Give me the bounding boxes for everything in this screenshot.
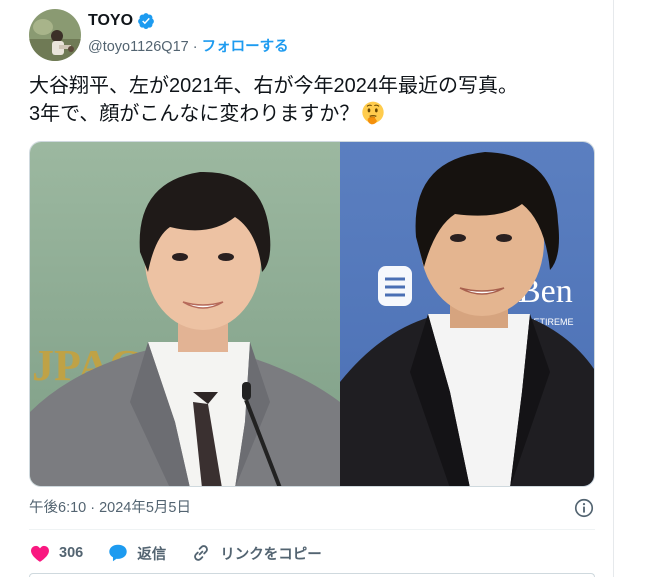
tweet-actions: 306 返信 リンクをコピー [29,540,346,566]
left-photo-2021: JPAC [30,142,340,486]
speech-bubble-icon [109,544,127,562]
tweet-text-line-2: 3年で、顔がこんなに変わりますか？ [29,103,360,125]
tweet-text: 大谷翔平、左が2021年、右が今年2024年最近の写真。 3年で、顔がこんなに変… [29,72,599,128]
author-avatar[interactable] [29,9,81,61]
reply-button[interactable]: 返信 [107,542,166,564]
follow-button[interactable]: フォローする [202,39,289,55]
author-handle-row: @toyo1126Q17 · フォローする [88,37,289,57]
link-icon [194,545,209,561]
verified-badge-icon [138,13,154,30]
next-card-edge [29,573,595,577]
heart-icon [31,545,49,562]
divider [29,529,595,530]
like-count: 306 [59,545,84,561]
handle-separator: · [188,39,202,55]
info-icon[interactable] [573,497,595,519]
right-photo-2024: Ben H RETIREME [340,142,594,486]
author-display-name[interactable]: TOYO [88,11,133,31]
tweet-text-line-1: 大谷翔平、左が2021年、右が今年2024年最近の写真。 [29,75,518,97]
author-handle[interactable]: @toyo1126Q17 [88,39,189,55]
tweet-card: TOYO @toyo1126Q17 · フォローする 大谷翔平、左が2021年、… [0,0,613,577]
photo-comparison: JPAC Ben H RETIREME [30,142,594,486]
copy-link-button[interactable]: リンクをコピー [190,542,322,564]
tweet-text-line-2-row: 3年で、顔がこんなに変わりますか？ [29,100,599,128]
like-button[interactable]: 306 [29,542,83,564]
thinking-face-emoji-icon [362,101,384,125]
tweet-timestamp[interactable]: 午後6:10 · 2024年5月5日 [29,498,191,518]
reply-label: 返信 [137,546,167,563]
tweet-media-photo[interactable]: JPAC Ben H RETIREME [29,141,595,487]
avatar-photo-icon [29,9,81,61]
copy-link-label: リンクをコピー [220,546,322,563]
timeline-border [613,0,614,577]
author-name-row[interactable]: TOYO [88,11,155,31]
